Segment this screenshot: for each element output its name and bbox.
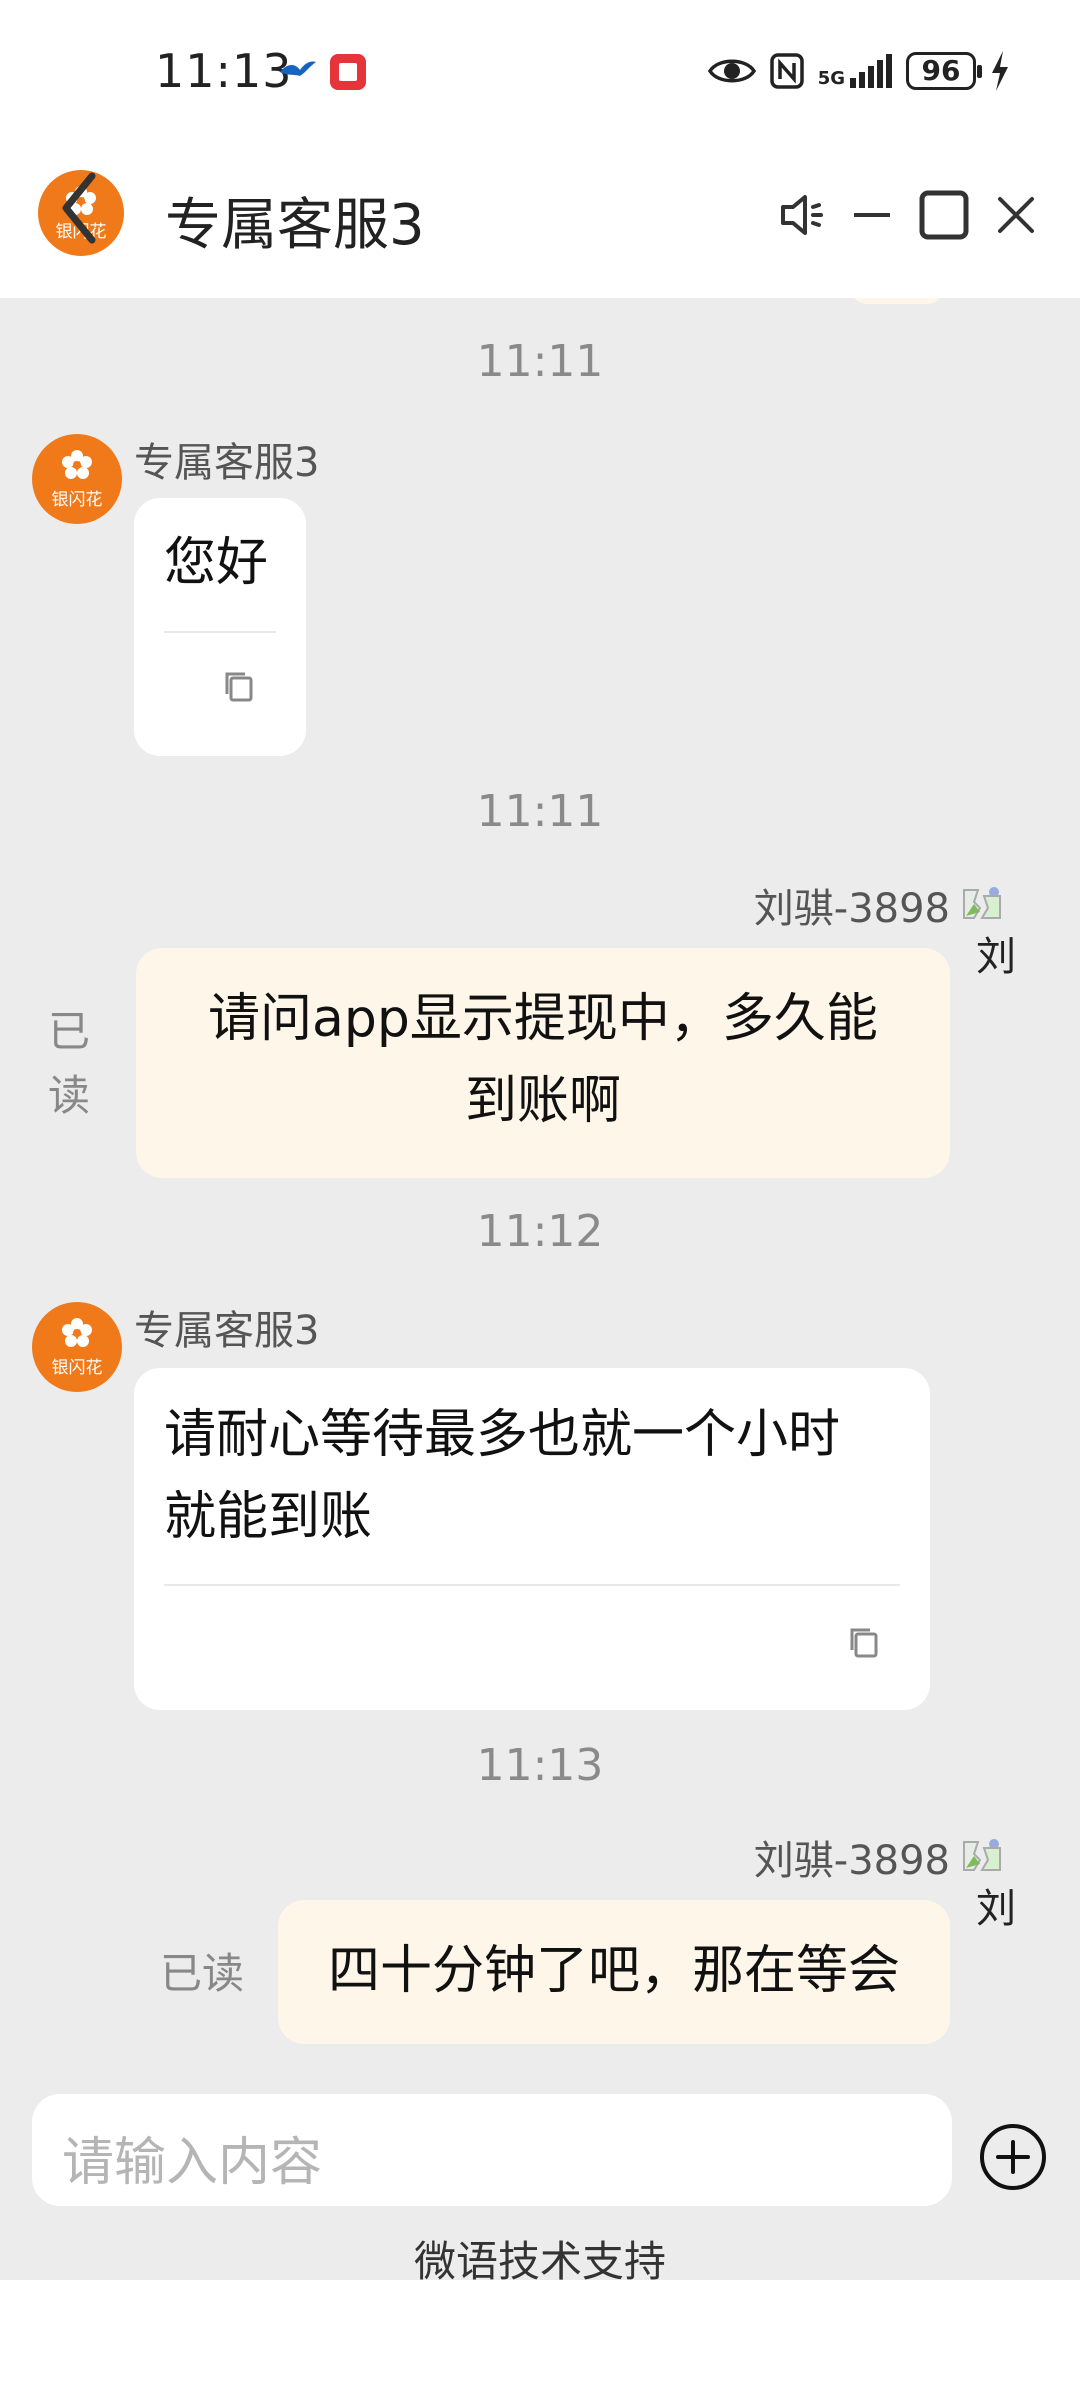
avatar-label: 银闪花 (51, 490, 103, 510)
add-attachment-icon[interactable] (978, 2122, 1048, 2192)
user-avatar-label: 刘 (976, 1886, 1016, 1932)
bird-notification-icon (280, 61, 316, 76)
status-bar: 11:13 5G 96 (0, 0, 1080, 140)
bottom-bar (0, 2280, 1080, 2400)
speaker-icon[interactable] (775, 185, 835, 245)
agent-message-bubble[interactable]: 请耐心等待最多也就一个小时 就能到账 (134, 1368, 930, 1710)
message-text: 四十分钟了吧，那在等会 (327, 1941, 900, 2001)
sender-name: 刘骐-3898 (753, 886, 950, 932)
copy-icon[interactable] (221, 668, 257, 704)
user-avatar-label: 刘 (976, 934, 1016, 980)
close-icon[interactable] (986, 185, 1046, 245)
input-area: 请输入内容 微语技术支持 (0, 2078, 1080, 2286)
status-indicators: 5G 96 (707, 46, 1010, 96)
agent-avatar: 银闪花 (32, 434, 122, 524)
agent-message-bubble[interactable]: 您好 (134, 498, 306, 756)
sender-name: 专属客服3 (134, 440, 320, 486)
avatar-label: 银闪花 (51, 1358, 103, 1378)
minimize-icon[interactable] (842, 185, 902, 245)
divider (164, 1584, 900, 1586)
charging-icon (992, 51, 1008, 91)
flower-logo-icon (62, 450, 92, 479)
read-status: 读 (48, 1071, 91, 1120)
message-text-line: 到账啊 (464, 1071, 621, 1131)
page-title: 专属客服3 (165, 193, 425, 258)
chat-messages[interactable]: 11:11 银闪花 专属客服3 您好 11:11 刘骐-3898 刘 已 读 请… (0, 298, 1080, 2078)
signal-5g-icon: 5G (818, 54, 892, 88)
timestamp: 11:13 (476, 1740, 604, 1791)
timestamp: 11:11 (476, 786, 604, 837)
eye-icon (707, 59, 756, 83)
nfc-icon (769, 53, 804, 89)
flower-logo-icon (62, 1318, 92, 1347)
sender-name: 专属客服3 (134, 1308, 320, 1354)
broken-avatar-icon (963, 1839, 1001, 1871)
back-icon[interactable] (52, 168, 112, 248)
status-time: 11:13 (155, 44, 293, 98)
user-message-bubble[interactable]: 四十分钟了吧，那在等会 (278, 1900, 950, 2044)
user-message-bubble[interactable]: 请问app显示提现中，多久能 到账啊 (136, 948, 950, 1178)
message-text: 您好 (164, 533, 269, 593)
broken-avatar-icon (963, 887, 1001, 919)
read-status: 已 (48, 1007, 91, 1056)
message-text-line: 就能到账 (164, 1487, 373, 1547)
maximize-icon[interactable] (914, 185, 974, 245)
timestamp: 11:12 (476, 1206, 604, 1257)
read-status: 已读 (160, 1949, 245, 1998)
agent-avatar: 银闪花 (32, 1302, 122, 1392)
previous-message-peek (852, 298, 942, 304)
copy-icon[interactable] (846, 1624, 882, 1660)
message-text-line: 请耐心等待最多也就一个小时 (164, 1405, 841, 1465)
message-input[interactable]: 请输入内容 (32, 2094, 952, 2206)
message-text-line: 请问app显示提现中，多久能 (208, 989, 878, 1049)
divider (164, 631, 276, 633)
app-notification-icon (330, 54, 366, 90)
timestamp: 11:11 (476, 336, 604, 387)
sender-name: 刘骐-3898 (753, 1838, 950, 1884)
battery-icon: 96 (906, 52, 982, 90)
chat-header: 银闪花 专属客服3 (0, 140, 1080, 298)
network-type: 5G (817, 68, 845, 89)
